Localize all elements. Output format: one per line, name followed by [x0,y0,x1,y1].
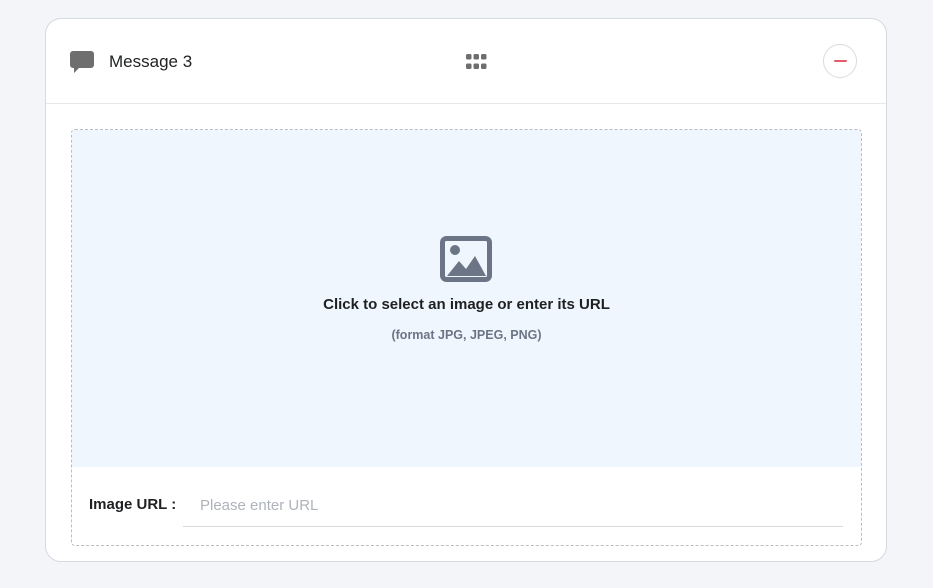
upload-format-hint: (format JPG, JPEG, PNG) [391,328,542,342]
image-icon [440,236,492,282]
card-header: Message 3 [46,19,886,104]
remove-message-button[interactable] [823,44,857,78]
minus-icon [833,60,847,62]
message-icon [70,51,94,73]
image-url-input[interactable] [183,484,843,527]
message-title: Message 3 [109,52,193,71]
upload-title: Click to select an image or enter its UR… [323,296,610,313]
image-url-label: Image URL : [89,496,177,513]
image-drop-zone[interactable]: Click to select an image or enter its UR… [72,130,861,467]
drag-handle-icon[interactable] [466,54,487,70]
message-card: Message 3 Click to select an image or en… [45,18,887,562]
image-upload-box: Click to select an image or enter its UR… [71,129,862,546]
